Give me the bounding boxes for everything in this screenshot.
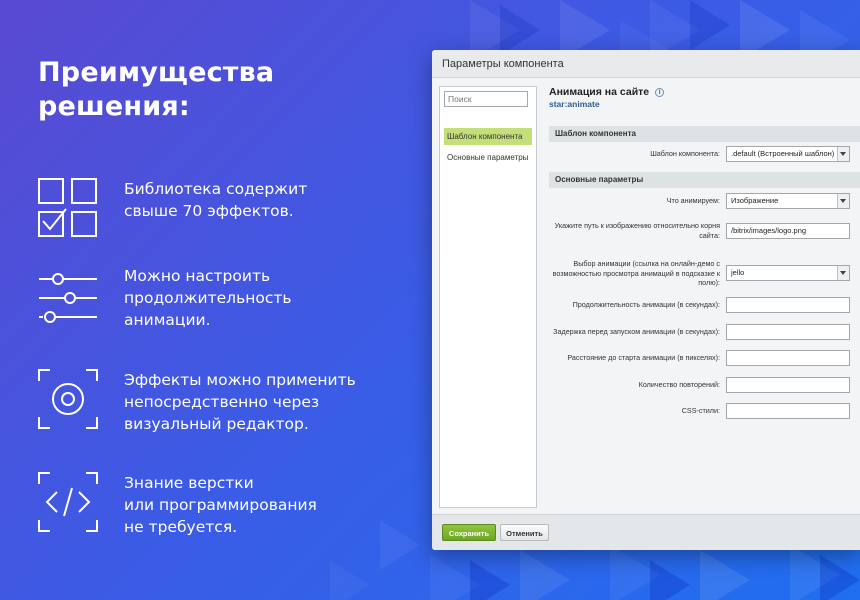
feature-item: Библиотека содержит свыше 70 эффектов. bbox=[38, 178, 418, 238]
feature-text: Знание верстки или программирования не т… bbox=[124, 474, 317, 536]
repeat-count-input[interactable] bbox=[726, 377, 850, 393]
animation-select[interactable]: jello bbox=[726, 265, 850, 282]
headline: Преимущества решения: bbox=[38, 57, 275, 122]
delay-input[interactable] bbox=[726, 324, 850, 340]
component-id: star:animate bbox=[549, 99, 600, 109]
feature-text: Можно настроить продолжительность анимац… bbox=[124, 267, 292, 329]
search-input[interactable] bbox=[444, 91, 528, 107]
field-label: Что анимируем: bbox=[666, 196, 720, 206]
select-value: jello bbox=[731, 268, 745, 278]
template-select[interactable]: .default (Встроенный шаблон) bbox=[726, 146, 850, 162]
field-row: Продолжительность анимации (в секундах): bbox=[549, 297, 860, 313]
component-params-dialog: Параметры компонента Шаблон компонента О… bbox=[432, 50, 860, 550]
field-label: Укажите путь к изображению относительно … bbox=[554, 221, 720, 240]
sidebar-item-main-params[interactable]: Основные параметры bbox=[440, 149, 536, 166]
select-value: Изображение bbox=[731, 196, 779, 205]
chevron-down-icon bbox=[840, 271, 846, 276]
sliders-icon bbox=[38, 265, 98, 325]
field-label: CSS-стили: bbox=[681, 406, 720, 416]
image-path-input[interactable]: /bitrix/images/logo.png bbox=[726, 222, 850, 239]
feature-text: Эффекты можно применить непосредственно … bbox=[124, 371, 356, 433]
field-row: Выбор анимации (ссылка на онлайн-демо с … bbox=[549, 259, 860, 288]
field-label: Расстояние до старта анимации (в пикселя… bbox=[567, 353, 720, 363]
dialog-main: Анимация на сайте i star:animate Шаблон … bbox=[549, 86, 860, 508]
css-styles-input[interactable] bbox=[726, 403, 850, 419]
info-icon[interactable]: i bbox=[655, 87, 665, 97]
checklist-grid-icon bbox=[38, 178, 98, 238]
component-title-row: Анимация на сайте i bbox=[549, 86, 860, 98]
target-frame-icon bbox=[38, 369, 98, 429]
field-label: Шаблон компонента: bbox=[650, 149, 720, 159]
section-main-header: Основные параметры bbox=[549, 172, 860, 188]
dialog-sidebar: Шаблон компонента Основные параметры bbox=[439, 86, 537, 508]
select-value: .default (Встроенный шаблон) bbox=[731, 149, 835, 158]
component-title: Анимация на сайте bbox=[549, 86, 650, 98]
dialog-body: Шаблон компонента Основные параметры Ани… bbox=[432, 78, 860, 514]
field-row: Задержка перед запуском анимации (в секу… bbox=[549, 324, 860, 340]
benefits-panel: Преимущества решения: Библиотека содержи… bbox=[38, 56, 418, 536]
feature-item: Можно настроить продолжительность анимац… bbox=[38, 265, 418, 331]
field-label: Продолжительность анимации (в секундах): bbox=[572, 300, 720, 310]
animate-target-select[interactable]: Изображение bbox=[726, 193, 850, 209]
chevron-down-icon bbox=[840, 152, 846, 156]
section-template-header: Шаблон компонента bbox=[549, 126, 860, 142]
field-row: Что анимируем: Изображение bbox=[549, 193, 860, 209]
duration-input[interactable] bbox=[726, 297, 850, 313]
field-label: Выбор анимации (ссылка на онлайн-демо с … bbox=[552, 259, 720, 287]
feature-text: Библиотека содержит свыше 70 эффектов. bbox=[124, 180, 308, 220]
field-label: Количество повторений: bbox=[638, 380, 720, 390]
field-row: Укажите путь к изображению относительно … bbox=[549, 221, 860, 240]
field-row: Количество повторений: bbox=[549, 377, 860, 393]
dialog-footer: Сохранить Отменить bbox=[432, 514, 860, 550]
chevron-down-icon bbox=[840, 199, 846, 203]
offset-input[interactable] bbox=[726, 350, 850, 366]
cancel-button[interactable]: Отменить bbox=[500, 524, 549, 541]
feature-item: Эффекты можно применить непосредственно … bbox=[38, 369, 418, 435]
sidebar-item-template[interactable]: Шаблон компонента bbox=[444, 128, 532, 145]
field-label: Задержка перед запуском анимации (в секу… bbox=[553, 327, 720, 337]
dialog-title: Параметры компонента bbox=[432, 50, 860, 78]
feature-item: Знание верстки или программирования не т… bbox=[38, 472, 418, 538]
field-row: CSS-стили: bbox=[549, 403, 860, 419]
field-row: Расстояние до старта анимации (в пикселя… bbox=[549, 350, 860, 366]
code-frame-icon bbox=[38, 472, 98, 532]
field-row: Шаблон компонента: .default (Встроенный … bbox=[549, 146, 860, 162]
save-button[interactable]: Сохранить bbox=[442, 524, 496, 541]
